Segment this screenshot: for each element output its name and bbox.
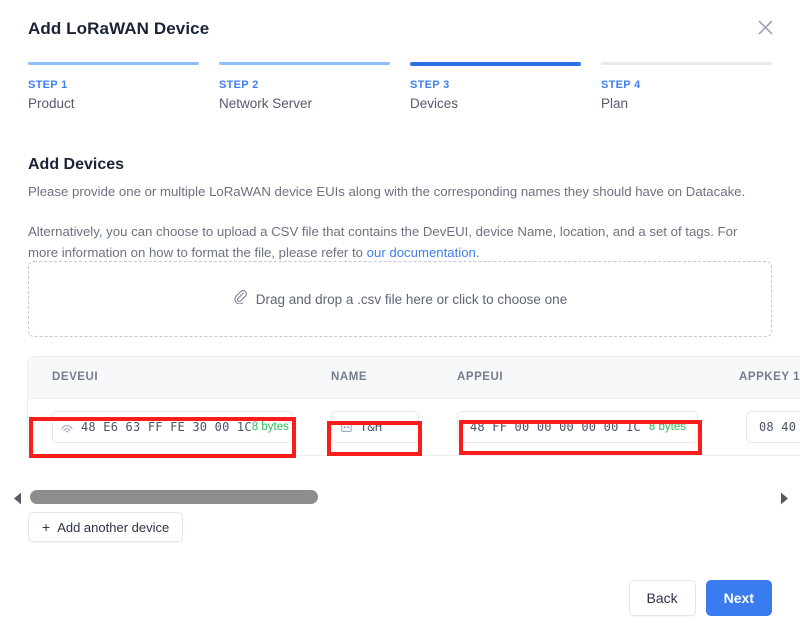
column-header-appeui: APPEUI <box>457 371 504 383</box>
chevron-right-icon[interactable] <box>777 491 791 505</box>
horizontal-scrollbar[interactable] <box>0 487 800 509</box>
step-2[interactable]: STEP 2 Network Server <box>219 62 390 113</box>
step-1-bar <box>28 62 199 65</box>
csv-dropzone[interactable]: Drag and drop a .csv file here or click … <box>28 261 772 337</box>
section-title: Add Devices <box>28 156 125 173</box>
step-3[interactable]: STEP 3 Devices <box>410 62 581 113</box>
section-paragraph-2: Alternatively, you can choose to upload … <box>28 221 738 263</box>
column-header-appkey: APPKEY 1. <box>739 371 800 383</box>
step-1-number: STEP 1 <box>28 79 68 91</box>
scrollbar-track[interactable] <box>30 487 770 509</box>
appkey-input[interactable]: 08 40 9 <box>746 411 800 443</box>
step-3-bar <box>410 62 581 66</box>
modal-footer: Back Next <box>628 580 772 616</box>
step-4-number: STEP 4 <box>601 79 641 91</box>
plus-icon: + <box>42 519 51 535</box>
dropzone-label: Drag and drop a .csv file here or click … <box>255 291 568 307</box>
section-paragraph-1: Please provide one or multiple LoRaWAN d… <box>28 184 746 199</box>
paperclip-icon <box>233 289 247 309</box>
stepper: STEP 1 Product STEP 2 Network Server STE… <box>28 62 772 113</box>
devices-table: DEVEUI NAME APPEUI APPKEY 1. 48 E6 63 FF… <box>28 357 800 455</box>
scrollbar-thumb[interactable] <box>30 490 318 504</box>
deveui-value: 48 E6 63 FF FE 30 00 1C <box>81 420 252 434</box>
device-chip-icon <box>332 421 360 434</box>
deveui-input[interactable]: 48 E6 63 FF FE 30 00 1C 8 bytes <box>52 411 293 443</box>
appkey-value: 08 40 9 <box>759 420 800 434</box>
step-4-bar <box>601 62 772 65</box>
step-2-bar <box>219 62 390 65</box>
documentation-link[interactable]: our documentation <box>367 245 476 260</box>
name-value: T&H <box>360 420 383 434</box>
step-3-label: Devices <box>410 96 459 111</box>
signal-icon <box>53 420 81 434</box>
step-2-label: Network Server <box>219 96 313 111</box>
appeui-value: 48 FF 00 00 00 00 00 1C <box>470 420 641 434</box>
step-3-number: STEP 3 <box>410 79 450 91</box>
page-title: Add LoRaWAN Device <box>28 19 210 38</box>
step-1[interactable]: STEP 1 Product <box>28 62 199 113</box>
name-input[interactable]: T&H <box>331 411 419 443</box>
table-row: 48 E6 63 FF FE 30 00 1C 8 bytes T&H 48 F… <box>28 399 800 455</box>
step-4[interactable]: STEP 4 Plan <box>601 62 772 113</box>
add-lorawan-device-modal: Add LoRaWAN Device STEP 1 Product STEP 2… <box>0 0 800 628</box>
next-button[interactable]: Next <box>705 580 772 616</box>
table-header-row: DEVEUI NAME APPEUI APPKEY 1. <box>28 357 800 399</box>
column-header-deveui: DEVEUI <box>52 371 99 383</box>
appeui-input[interactable]: 48 FF 00 00 00 00 00 1C 8 bytes <box>457 411 698 443</box>
close-icon[interactable] <box>752 14 778 40</box>
chevron-left-icon[interactable] <box>10 491 24 505</box>
deveui-bytes-badge: 8 bytes <box>251 421 289 433</box>
paragraph-2-text-after: . <box>475 245 480 260</box>
add-another-device-label: Add another device <box>57 519 170 535</box>
step-4-label: Plan <box>601 96 629 111</box>
step-1-label: Product <box>28 96 75 111</box>
column-header-name: NAME <box>331 371 368 383</box>
back-button[interactable]: Back <box>628 580 696 616</box>
add-another-device-button[interactable]: + Add another device <box>28 512 184 542</box>
step-2-number: STEP 2 <box>219 79 259 91</box>
appeui-bytes-badge: 8 bytes <box>648 421 686 433</box>
